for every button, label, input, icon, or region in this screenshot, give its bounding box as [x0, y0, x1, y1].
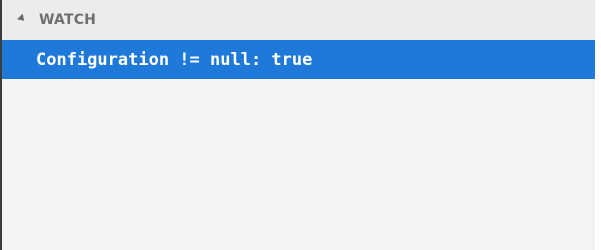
watch-section-title: WATCH — [39, 12, 97, 28]
watch-expression: Configuration != null — [36, 49, 251, 70]
watch-list: Configuration != null: true — [2, 40, 597, 79]
watch-separator: : — [250, 49, 272, 70]
debug-sidebar: WATCH Configuration != null: true — [0, 0, 601, 250]
panel-right-edge — [595, 0, 601, 250]
watch-section-header[interactable]: WATCH — [2, 0, 597, 40]
watch-panel: WATCH Configuration != null: true — [2, 0, 597, 250]
watch-value: true — [271, 49, 313, 70]
watch-expression-item[interactable]: Configuration != null: true — [2, 40, 597, 79]
chevron-down-icon[interactable] — [17, 13, 27, 24]
